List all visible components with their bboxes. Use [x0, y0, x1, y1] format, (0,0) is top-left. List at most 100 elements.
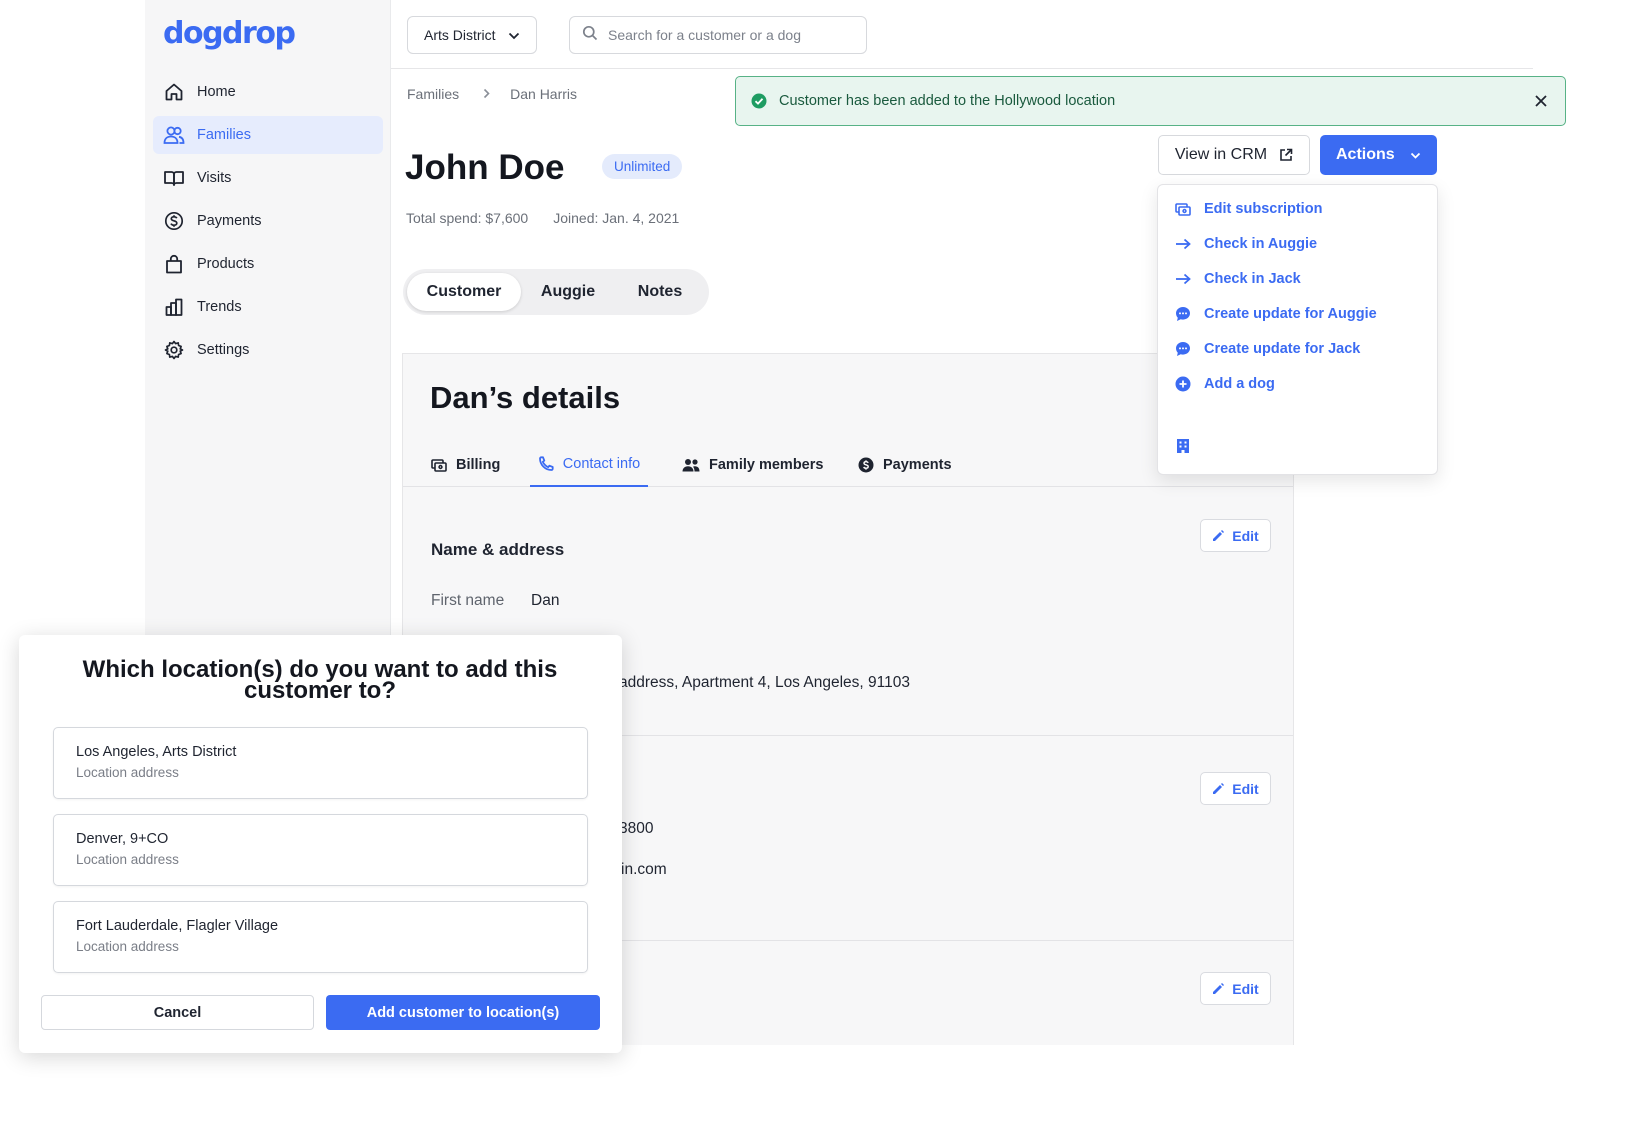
page-title: John Doe: [405, 148, 565, 187]
edit-name-address-button[interactable]: Edit: [1200, 519, 1271, 552]
phone-value: 3800: [619, 820, 654, 837]
chevron-down-icon: [1410, 152, 1421, 159]
pencil-icon: [1213, 782, 1225, 794]
sidebar-item-home[interactable]: Home: [153, 73, 383, 111]
location-name: Denver, 9+CO: [76, 831, 169, 847]
first-name-value: Dan: [531, 592, 560, 609]
first-name-label: First name: [431, 592, 505, 609]
bag-icon: [163, 253, 185, 275]
close-icon[interactable]: [1533, 93, 1549, 109]
tab-customer[interactable]: Customer: [407, 273, 521, 311]
menu-item-create-update-auggie[interactable]: Create update for Auggie: [1174, 302, 1377, 326]
location-select[interactable]: Arts District: [407, 16, 537, 54]
sidebar-nav: Home Families Visits Payments Products T…: [153, 73, 383, 374]
tab-auggie[interactable]: Auggie: [521, 273, 615, 311]
dollar-circle-icon: [858, 457, 874, 473]
tab-notes[interactable]: Notes: [615, 273, 705, 311]
external-link-icon: [1280, 148, 1293, 161]
menu-item-edit-subscription[interactable]: Edit subscription: [1174, 197, 1322, 221]
menu-item-create-update-jack[interactable]: Create update for Jack: [1174, 337, 1360, 361]
search-box[interactable]: [569, 16, 867, 54]
chat-bubble-icon: [1174, 341, 1192, 357]
chevron-down-icon: [508, 27, 520, 43]
tab-billing[interactable]: Billing: [431, 442, 500, 487]
dollar-circle-icon: [163, 210, 185, 232]
sidebar-item-products[interactable]: Products: [153, 245, 383, 283]
details-title: Dan’s details: [430, 380, 621, 415]
search-input[interactable]: [608, 27, 848, 43]
users-icon: [163, 124, 185, 146]
add-customer-button[interactable]: Add customer to location(s): [326, 995, 600, 1030]
sidebar-item-visits[interactable]: Visits: [153, 159, 383, 197]
sidebar-item-label: Products: [197, 256, 255, 272]
actions-button[interactable]: Actions: [1320, 135, 1437, 175]
breadcrumb-families-link[interactable]: Families: [407, 86, 459, 102]
menu-item-check-in-jack[interactable]: Check in Jack: [1174, 267, 1301, 291]
home-icon: [163, 81, 185, 103]
view-in-crm-button[interactable]: View in CRM: [1158, 135, 1310, 175]
edit-label: Edit: [1232, 527, 1259, 544]
sidebar-item-settings[interactable]: Settings: [153, 331, 383, 369]
tab-contact-info-label: Contact info: [562, 455, 641, 472]
sidebar-item-label: Home: [197, 84, 236, 100]
actions-menu: Edit subscription Check in Auggie Check …: [1157, 184, 1438, 475]
breadcrumb: Families Dan Harris: [407, 86, 577, 102]
edit-section-button[interactable]: Edit: [1200, 972, 1271, 1005]
sidebar-item-label: Trends: [197, 299, 242, 315]
menu-item-label: Check in Jack: [1204, 271, 1301, 287]
tab-billing-label: Billing: [456, 456, 501, 473]
gear-icon: [163, 339, 185, 361]
tab-payments[interactable]: Payments: [858, 442, 952, 487]
view-in-crm-label: View in CRM: [1174, 146, 1268, 163]
breadcrumb-current: Dan Harris: [510, 86, 578, 102]
add-location-modal: Which location(s) do you want to add thi…: [19, 635, 622, 1053]
chat-bubble-icon: [1174, 306, 1192, 322]
email-value: in.com: [621, 861, 667, 878]
sidebar-item-label: Families: [197, 127, 251, 143]
billing-icon: [431, 458, 447, 472]
menu-item-label: Check in Auggie: [1204, 236, 1318, 252]
sidebar-item-label: Payments: [197, 213, 262, 229]
cancel-button[interactable]: Cancel: [41, 995, 314, 1030]
edit-contact-button[interactable]: Edit: [1200, 772, 1271, 805]
phone-icon: [538, 455, 554, 472]
actions-label: Actions: [1336, 146, 1395, 163]
subscription-icon: [1174, 202, 1192, 216]
pencil-icon: [1213, 529, 1225, 541]
location-option[interactable]: Denver, 9+CO Location address: [53, 814, 588, 886]
menu-item-check-in-auggie[interactable]: Check in Auggie: [1174, 232, 1317, 256]
customer-meta: Total spend: $7,600 Joined: Jan. 4, 2021: [406, 210, 679, 226]
edit-label: Edit: [1232, 980, 1259, 997]
location-option[interactable]: Fort Lauderdale, Flagler Village Locatio…: [53, 901, 588, 973]
menu-item-label: Edit subscription: [1204, 201, 1323, 217]
sidebar-item-families[interactable]: Families: [153, 116, 383, 154]
check-circle-icon: [751, 93, 767, 109]
menu-item-label: Create update for Jack: [1204, 341, 1361, 357]
success-toast: Customer has been added to the Hollywood…: [735, 76, 1566, 126]
sidebar-item-trends[interactable]: Trends: [153, 288, 383, 326]
location-option[interactable]: Los Angeles, Arts District Location addr…: [53, 727, 588, 799]
joined-date: Joined: Jan. 4, 2021: [553, 210, 680, 226]
building-icon: [1174, 438, 1192, 454]
total-spend: Total spend: $7,600: [406, 210, 529, 226]
modal-title: Which location(s) do you want to add thi…: [82, 656, 558, 704]
people-icon: [682, 458, 700, 472]
search-icon: [582, 25, 598, 46]
bar-chart-icon: [163, 296, 185, 318]
location-address: Location address: [76, 852, 179, 867]
tab-contact-info[interactable]: Contact info: [530, 442, 648, 487]
section-title: Name & address: [431, 540, 565, 559]
menu-item-label: Add a dog: [1204, 376, 1275, 392]
dogdrop-logo[interactable]: dogdrop: [163, 16, 296, 51]
book-icon: [163, 167, 185, 189]
menu-item-location[interactable]: [1174, 434, 1204, 458]
sidebar-item-payments[interactable]: Payments: [153, 202, 383, 240]
chevron-right-icon: [483, 87, 490, 102]
location-address: Location address: [76, 765, 179, 780]
menu-item-add-dog[interactable]: Add a dog: [1174, 372, 1275, 396]
arrow-right-icon: [1174, 238, 1192, 250]
toast-message: Customer has been added to the Hollywood…: [779, 93, 1116, 109]
tab-family-members[interactable]: Family members: [682, 442, 823, 487]
location-select-value: Arts District: [424, 27, 496, 43]
segment-tabs: Customer Auggie Notes: [403, 269, 709, 315]
